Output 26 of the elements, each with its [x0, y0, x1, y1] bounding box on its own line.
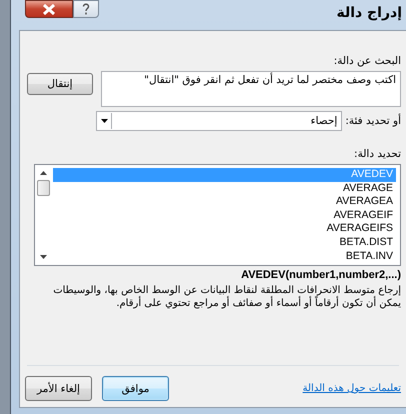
- function-item[interactable]: AVERAGE: [53, 182, 396, 196]
- go-button[interactable]: إنتقال: [27, 73, 93, 95]
- scroll-up-icon: [40, 171, 46, 175]
- close-icon: [42, 4, 56, 14]
- category-dropdown[interactable]: إحصاء: [96, 111, 342, 131]
- category-label: أو تحديد فئة:: [345, 115, 401, 127]
- function-item[interactable]: AVERAGEIFS: [53, 222, 396, 236]
- close-button[interactable]: [25, 0, 73, 18]
- ok-button[interactable]: موافق: [102, 376, 169, 401]
- help-button[interactable]: [73, 0, 99, 18]
- search-label: البحث عن دالة:: [334, 55, 401, 67]
- help-icon: [82, 3, 90, 15]
- function-description: إرجاع متوسط الانحرافات المطلقة لنقاط البيانات عن الوسط الخاص بها، والوسيطات يمكن أن تكون أرقاماً أو أسماء أو صفائف أو مراجع تحتوي على أرقام.: [52, 284, 401, 310]
- function-item[interactable]: BETA.INV: [53, 250, 396, 264]
- function-list-label: تحديد دالة:: [354, 148, 401, 160]
- window-title: إدراج دالة: [336, 5, 402, 21]
- scroll-down-icon: [40, 255, 46, 259]
- scroll-thumb[interactable]: [36, 180, 50, 196]
- function-signature: AVEDEV(number1,number2,...): [240, 269, 401, 281]
- search-field[interactable]: اكتب وصف مختصر لما تريد أن تفعل ثم انقر فوق "انتقال": [101, 71, 401, 107]
- dropdown-arrow-icon: [100, 119, 108, 123]
- function-item[interactable]: AVERAGEIF: [53, 208, 396, 222]
- help-link[interactable]: تعليمات حول هذه الدالة: [302, 383, 401, 394]
- cancel-button[interactable]: إلغاء الأمر: [25, 376, 92, 401]
- function-item[interactable]: BETA.DIST: [53, 236, 396, 250]
- function-item[interactable]: AVERAGEA: [53, 195, 396, 209]
